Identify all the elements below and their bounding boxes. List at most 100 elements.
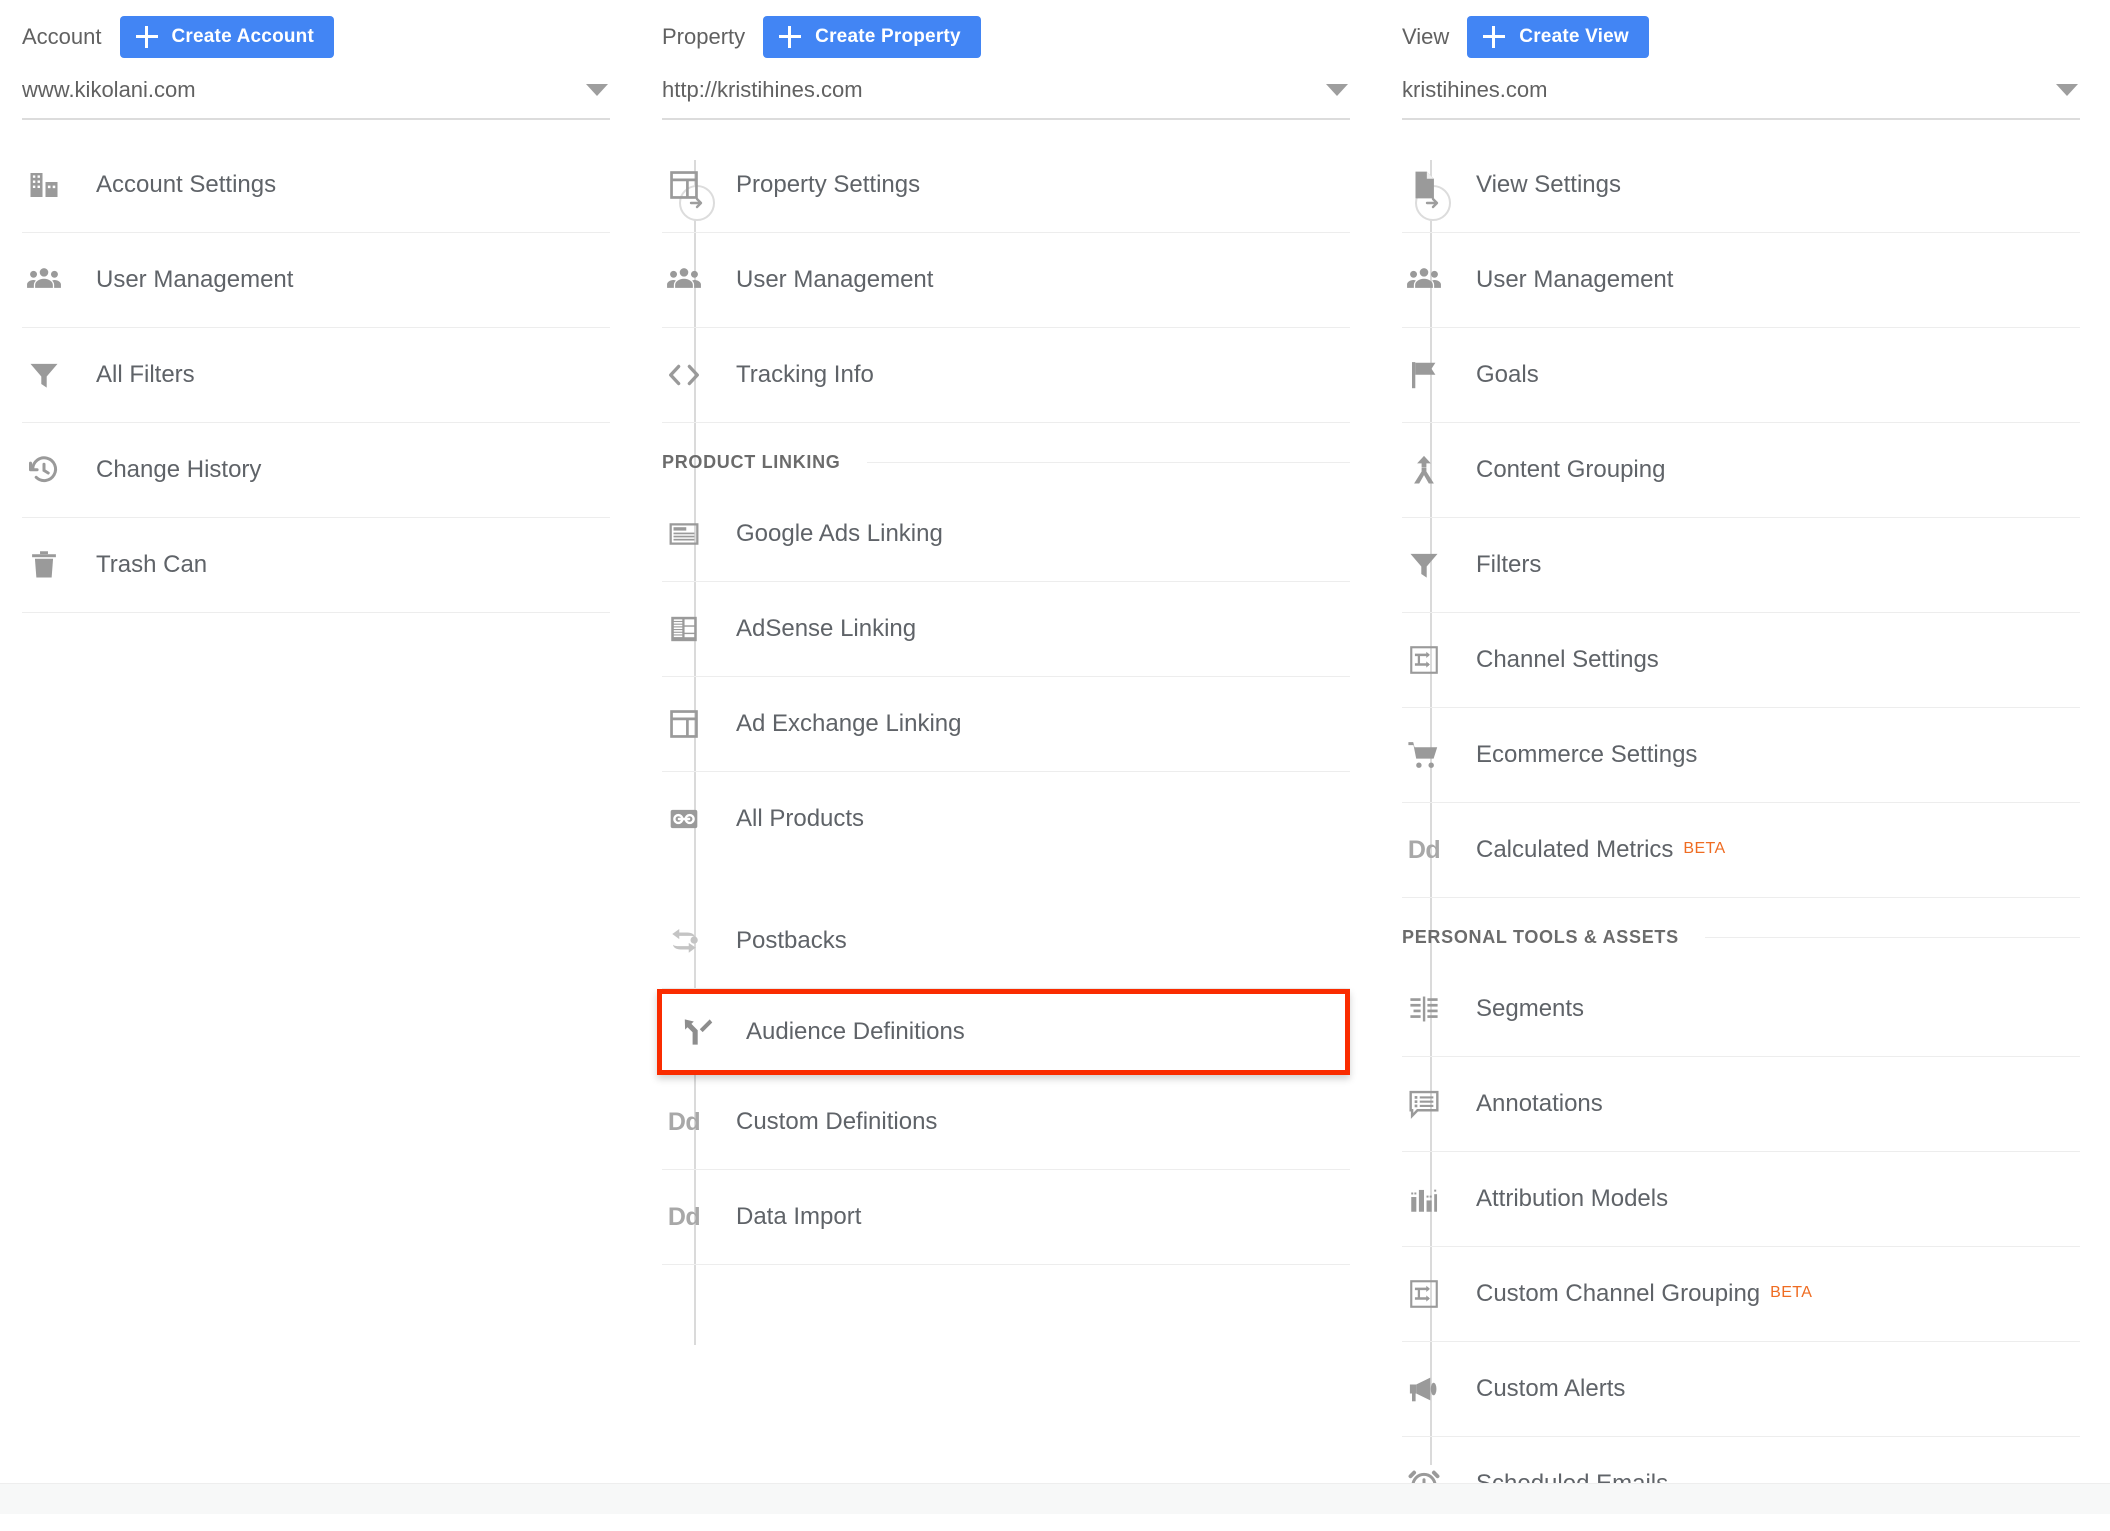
menu-item-label: Postbacks bbox=[736, 927, 847, 954]
menu-item-label: All Products bbox=[736, 805, 865, 832]
menu-item-channel-settings[interactable]: Channel Settings bbox=[1402, 613, 2080, 708]
people-icon bbox=[1402, 258, 1446, 302]
audience-branch-icon bbox=[676, 1010, 720, 1054]
menu-item-ad-exchange-linking[interactable]: Ad Exchange Linking bbox=[662, 677, 1350, 772]
link-chain-icon bbox=[662, 797, 706, 841]
menu-item-custom-channel-grouping[interactable]: Custom Channel Grouping BETA bbox=[1402, 1247, 2080, 1342]
channel-box-icon bbox=[1402, 1272, 1446, 1316]
menu-item-attribution-models[interactable]: Attribution Models bbox=[1402, 1152, 2080, 1247]
menu-item-label: User Management bbox=[96, 266, 294, 293]
trash-icon bbox=[22, 543, 66, 587]
menu-item-adsense-linking[interactable]: AdSense Linking bbox=[662, 582, 1350, 677]
create-account-button-label: Create Account bbox=[171, 26, 315, 47]
menu-item-view-settings[interactable]: View Settings bbox=[1402, 138, 2080, 233]
menu-item-label: View Settings bbox=[1476, 171, 1621, 198]
create-view-button-label: Create View bbox=[1519, 26, 1629, 47]
chevron-down-icon bbox=[1326, 84, 1348, 96]
menu-item-label: Change History bbox=[96, 456, 262, 483]
create-property-button[interactable]: Create Property bbox=[763, 16, 981, 58]
menu-item-label: Goals bbox=[1476, 361, 1539, 388]
menu-item-goals[interactable]: Goals bbox=[1402, 328, 2080, 423]
property-menu: Property Settings User Management Tracki… bbox=[657, 138, 1350, 1265]
section-divider bbox=[1704, 936, 2080, 938]
menu-item-tracking-info[interactable]: Tracking Info bbox=[662, 328, 1350, 423]
menu-item-calculated-metrics[interactable]: Dd Calculated Metrics BETA bbox=[1402, 803, 2080, 898]
menu-item-label: Property Settings bbox=[736, 171, 921, 198]
menu-item-all-products[interactable]: All Products bbox=[662, 772, 1350, 866]
menu-item-label: Ecommerce Settings bbox=[1476, 741, 1698, 768]
menu-item-label: Segments bbox=[1476, 995, 1585, 1022]
property-selector-value: http://kristihines.com bbox=[662, 77, 863, 102]
bar-chart-icon bbox=[1402, 1177, 1446, 1221]
menu-item-label: Tracking Info bbox=[736, 361, 874, 388]
view-selector[interactable]: kristihines.com bbox=[1402, 62, 2080, 120]
menu-item-custom-definitions[interactable]: Dd Custom Definitions bbox=[662, 1075, 1350, 1170]
menu-item-label: Filters bbox=[1476, 551, 1542, 578]
menu-item-segments[interactable]: Segments bbox=[1402, 962, 2080, 1057]
dd-icon: Dd bbox=[1407, 835, 1441, 864]
channel-box-icon bbox=[1402, 638, 1446, 682]
menu-item-trash-can[interactable]: Trash Can bbox=[22, 518, 610, 613]
property-column-label: Property bbox=[662, 24, 746, 49]
code-brackets-icon bbox=[662, 353, 706, 397]
menu-item-data-import[interactable]: Dd Data Import bbox=[662, 1170, 1350, 1265]
menu-item-label: User Management bbox=[736, 266, 934, 293]
menu-item-change-history[interactable]: Change History bbox=[22, 423, 610, 518]
plus-icon bbox=[134, 24, 160, 50]
section-title: PRODUCT LINKING bbox=[662, 451, 841, 472]
menu-item-google-ads-linking[interactable]: Google Ads Linking bbox=[662, 487, 1350, 582]
menu-item-content-grouping[interactable]: Content Grouping bbox=[1402, 423, 2080, 518]
menu-item-custom-alerts[interactable]: Custom Alerts bbox=[1402, 1342, 2080, 1437]
document-icon bbox=[1402, 163, 1446, 207]
dd-icon: Dd bbox=[667, 1202, 701, 1231]
create-account-button[interactable]: Create Account bbox=[119, 16, 335, 58]
menu-item-label: Ad Exchange Linking bbox=[736, 710, 962, 737]
merge-arrows-icon bbox=[1402, 448, 1446, 492]
account-menu: Account Settings User Management All Fil… bbox=[22, 138, 610, 613]
view-column-label: View bbox=[1402, 24, 1450, 49]
menu-item-label: Audience Definitions bbox=[746, 1018, 965, 1045]
section-title: PERSONAL TOOLS & ASSETS bbox=[1402, 926, 1679, 947]
menu-item-filters[interactable]: Filters bbox=[1402, 518, 2080, 613]
menu-item-postbacks[interactable]: Postbacks bbox=[662, 894, 1350, 989]
funnel-icon bbox=[1402, 543, 1446, 587]
property-selector[interactable]: http://kristihines.com bbox=[662, 62, 1350, 120]
create-view-button[interactable]: Create View bbox=[1467, 16, 1649, 58]
people-icon bbox=[662, 258, 706, 302]
menu-item-label: Channel Settings bbox=[1476, 646, 1659, 673]
menu-item-user-management[interactable]: User Management bbox=[22, 233, 610, 328]
property-column: Property Create Property http://kristihi… bbox=[640, 0, 1380, 1265]
menu-item-label: Content Grouping bbox=[1476, 456, 1666, 483]
building-icon bbox=[22, 163, 66, 207]
menu-item-annotations[interactable]: Annotations bbox=[1402, 1057, 2080, 1152]
beta-badge: BETA bbox=[1770, 1284, 1813, 1301]
menu-item-audience-definitions[interactable]: Audience Definitions bbox=[657, 989, 1350, 1075]
menu-item-all-filters[interactable]: All Filters bbox=[22, 328, 610, 423]
section-divider bbox=[866, 461, 1350, 463]
adsense-grid-icon bbox=[662, 607, 706, 651]
funnel-icon bbox=[22, 353, 66, 397]
chevron-down-icon bbox=[586, 84, 608, 96]
menu-item-ecommerce-settings[interactable]: Ecommerce Settings bbox=[1402, 708, 2080, 803]
view-column-header: View Create View bbox=[1402, 0, 2080, 62]
chevron-down-icon bbox=[2056, 84, 2078, 96]
menu-item-account-settings[interactable]: Account Settings bbox=[22, 138, 610, 233]
history-icon bbox=[22, 448, 66, 492]
menu-item-user-management[interactable]: User Management bbox=[1402, 233, 2080, 328]
account-selector[interactable]: www.kikolani.com bbox=[22, 62, 610, 120]
menu-item-label: Custom Channel Grouping bbox=[1476, 1280, 1761, 1307]
account-column: Account Create Account www.kikolani.com bbox=[0, 0, 640, 613]
comment-list-icon bbox=[1402, 1082, 1446, 1126]
menu-item-label: All Filters bbox=[96, 361, 195, 388]
menu-item-property-settings[interactable]: Property Settings bbox=[662, 138, 1350, 233]
menu-item-label: Trash Can bbox=[96, 551, 208, 578]
menu-item-user-management[interactable]: User Management bbox=[662, 233, 1350, 328]
menu-item-label: Google Ads Linking bbox=[736, 520, 943, 547]
shopping-cart-icon bbox=[1402, 733, 1446, 777]
segments-icon bbox=[1402, 987, 1446, 1031]
personal-tools-section-header: PERSONAL TOOLS & ASSETS bbox=[1402, 898, 2080, 962]
menu-item-label: Attribution Models bbox=[1476, 1185, 1669, 1212]
view-menu: View Settings User Management Goals Cont… bbox=[1402, 138, 2080, 1531]
bottom-status-strip bbox=[0, 1483, 2110, 1514]
menu-item-label: Annotations bbox=[1476, 1090, 1603, 1117]
